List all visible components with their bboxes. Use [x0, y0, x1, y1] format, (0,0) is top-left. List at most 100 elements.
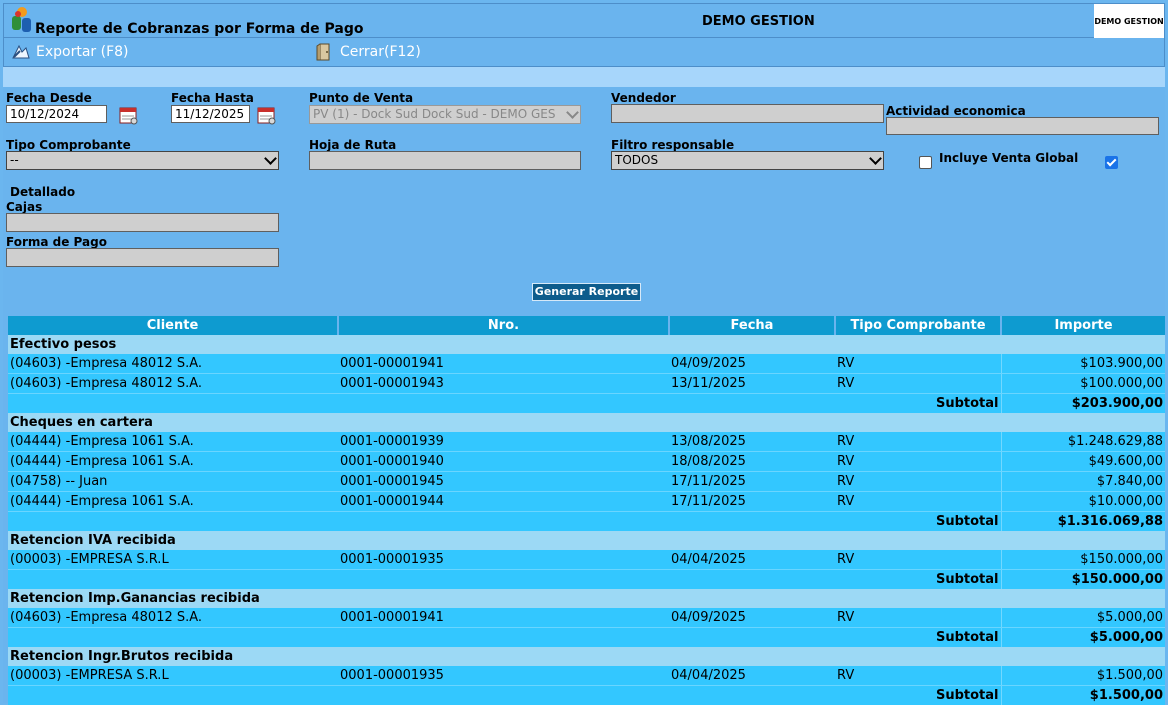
nro-cell: 0001-00001941 [338, 608, 669, 628]
table-row[interactable]: (04758) -- Juan0001-0000194517/11/2025RV… [8, 472, 1165, 492]
tipo-comprobante-cell: RV [835, 550, 1001, 570]
calendar-icon[interactable] [256, 104, 278, 130]
fecha-cell: 04/09/2025 [669, 608, 835, 628]
cajas-input[interactable] [6, 213, 279, 232]
fecha-cell: 17/11/2025 [669, 472, 835, 492]
column-header[interactable]: Tipo Comprobante [835, 316, 1001, 335]
forma-pago-label: Forma de Pago [6, 235, 107, 249]
subtotal-value: $1.500,00 [1001, 686, 1165, 705]
cliente-cell: (04444) -Empresa 1061 S.A. [8, 452, 338, 472]
subtotal-value: $1.316.069,88 [1001, 512, 1165, 532]
fecha-cell: 18/08/2025 [669, 452, 835, 472]
tipo-comprobante-label: Tipo Comprobante [6, 138, 131, 152]
nro-cell: 0001-00001941 [338, 354, 669, 374]
column-header[interactable]: Fecha [669, 316, 835, 335]
table-row[interactable]: (04603) -Empresa 48012 S.A.0001-00001941… [8, 608, 1165, 628]
toolbar: Exportar (F8) Cerrar(F12) [3, 38, 1165, 67]
subtotal-label: Subtotal [835, 394, 1001, 414]
close-label: Cerrar(F12) [340, 44, 421, 60]
separator-strip [3, 67, 1165, 87]
empty-cell [669, 570, 835, 590]
cliente-cell: (04603) -Empresa 48012 S.A. [8, 608, 338, 628]
importe-cell: $5.000,00 [1001, 608, 1165, 628]
empty-cell [669, 394, 835, 414]
filtro-responsable-label: Filtro responsable [611, 138, 734, 152]
empty-cell [669, 686, 835, 705]
table-row[interactable]: (04444) -Empresa 1061 S.A.0001-000019441… [8, 492, 1165, 512]
table-row[interactable]: (04603) -Empresa 48012 S.A.0001-00001941… [8, 354, 1165, 374]
incluye-venta-global-checkbox[interactable] [919, 156, 932, 169]
empty-cell [338, 570, 669, 590]
importe-cell: $1.248.629,88 [1001, 432, 1165, 452]
cliente-cell: (04758) -- Juan [8, 472, 338, 492]
vendedor-label: Vendedor [611, 91, 676, 105]
hoja-ruta-input[interactable] [309, 151, 581, 170]
importe-cell: $10.000,00 [1001, 492, 1165, 512]
importe-cell: $49.600,00 [1001, 452, 1165, 472]
title-bar: Reporte de Cobranzas por Forma de Pago D… [3, 3, 1165, 38]
detallado-checkbox[interactable] [1105, 156, 1118, 169]
tipo-comprobante-cell: RV [835, 374, 1001, 394]
export-button[interactable]: Exportar (F8) [10, 42, 129, 62]
table-row[interactable]: (04444) -Empresa 1061 S.A.0001-000019401… [8, 452, 1165, 472]
detallado-label: Detallado [10, 185, 75, 199]
table-row[interactable]: (04444) -Empresa 1061 S.A.0001-000019391… [8, 432, 1165, 452]
fecha-desde-label: Fecha Desde [6, 91, 92, 105]
tipo-comprobante-cell: RV [835, 608, 1001, 628]
table-row[interactable]: (04603) -Empresa 48012 S.A.0001-00001943… [8, 374, 1165, 394]
chevron-down-icon [869, 152, 882, 165]
close-button[interactable]: Cerrar(F12) [314, 42, 421, 62]
export-icon [10, 42, 32, 62]
tipo-comprobante-cell: RV [835, 452, 1001, 472]
fecha-hasta-input[interactable]: 11/12/2025 [171, 105, 250, 123]
fecha-cell: 04/09/2025 [669, 354, 835, 374]
cliente-cell: (00003) -EMPRESA S.R.L [8, 550, 338, 570]
actividad-input[interactable] [886, 117, 1159, 135]
punto-venta-label: Punto de Venta [309, 91, 413, 105]
tipo-comprobante-select[interactable]: -- [6, 151, 279, 170]
hoja-ruta-label: Hoja de Ruta [309, 138, 396, 152]
fecha-desde-input[interactable]: 10/12/2024 [6, 105, 107, 123]
empty-cell [338, 628, 669, 648]
chevron-down-icon [566, 106, 579, 119]
empty-cell [338, 512, 669, 532]
nro-cell: 0001-00001940 [338, 452, 669, 472]
tipo-comprobante-value: -- [10, 153, 19, 167]
importe-cell: $1.500,00 [1001, 666, 1165, 686]
payment-method-name: Retencion Imp.Ganancias recibida [8, 589, 1165, 608]
export-label: Exportar (F8) [36, 44, 129, 60]
payment-method-name: Efectivo pesos [8, 335, 1165, 354]
column-header[interactable]: Importe [1001, 316, 1165, 335]
nro-cell: 0001-00001944 [338, 492, 669, 512]
cliente-cell: (04444) -Empresa 1061 S.A. [8, 432, 338, 452]
fecha-cell: 17/11/2025 [669, 492, 835, 512]
cliente-cell: (04444) -Empresa 1061 S.A. [8, 492, 338, 512]
column-header[interactable]: Nro. [338, 316, 669, 335]
door-exit-icon [314, 42, 336, 62]
subtotal-label: Subtotal [835, 512, 1001, 532]
table-row[interactable]: (00003) -EMPRESA S.R.L0001-0000193504/04… [8, 666, 1165, 686]
tipo-comprobante-cell: RV [835, 472, 1001, 492]
chevron-down-icon [264, 152, 277, 165]
report-body: Efectivo pesos(04603) -Empresa 48012 S.A… [8, 335, 1165, 705]
subtotal-row: Subtotal$203.900,00 [8, 394, 1165, 414]
table-header-row: Cliente Nro. Fecha Tipo Comprobante Impo… [8, 316, 1165, 335]
forma-pago-input[interactable] [6, 248, 279, 267]
empty-cell [669, 628, 835, 648]
group-header-row: Cheques en cartera [8, 413, 1165, 432]
group-header-row: Retencion Imp.Ganancias recibida [8, 589, 1165, 608]
importe-cell: $100.000,00 [1001, 374, 1165, 394]
subtotal-label: Subtotal [835, 628, 1001, 648]
subtotal-label: Subtotal [835, 686, 1001, 705]
punto-venta-select[interactable]: PV (1) - Dock Sud Dock Sud - DEMO GES [309, 105, 581, 124]
empty-cell [338, 394, 669, 414]
subtotal-value: $203.900,00 [1001, 394, 1165, 414]
importe-cell: $150.000,00 [1001, 550, 1165, 570]
filtro-responsable-select[interactable]: TODOS [611, 151, 884, 170]
table-row[interactable]: (00003) -EMPRESA S.R.L0001-0000193504/04… [8, 550, 1165, 570]
vendedor-input[interactable] [611, 104, 884, 123]
column-header[interactable]: Cliente [8, 316, 338, 335]
fecha-cell: 13/11/2025 [669, 374, 835, 394]
calendar-icon[interactable] [118, 104, 140, 130]
generate-report-button[interactable]: Generar Reporte [532, 283, 641, 301]
